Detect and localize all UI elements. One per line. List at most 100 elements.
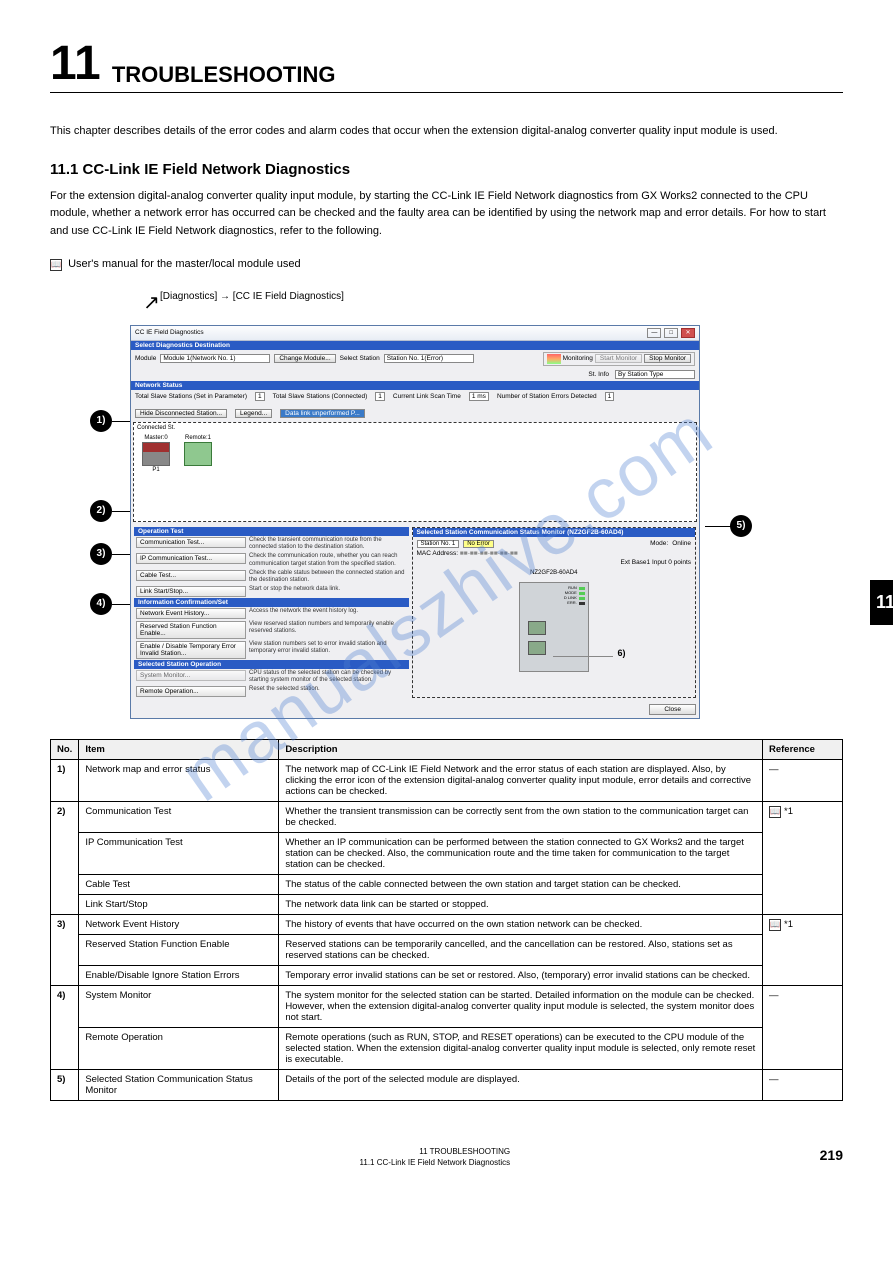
page-number: 219 [820, 1147, 843, 1168]
remop-desc: Reset the selected station. [249, 686, 407, 693]
intro-text: This chapter describes details of the er… [50, 123, 843, 141]
cell-ref: 📖*1 [763, 802, 843, 915]
station-no-chip: Station No. 1 [417, 540, 460, 548]
cell-item: Enable/Disable Ignore Station Errors [79, 966, 279, 986]
total-slave-con-value: 1 [375, 392, 385, 401]
sel-comm-header: Selected Station Communication Status Mo… [413, 528, 696, 537]
data-link-button[interactable]: Data link unperformed P... [280, 409, 365, 418]
cable-test-button[interactable]: Cable Test... [136, 570, 246, 581]
network-status-header: Network Status [131, 381, 699, 390]
select-dest-header: Select Diagnostics Destination [131, 341, 699, 350]
th-item: Item [79, 740, 279, 760]
cell-no: 1) [51, 760, 79, 802]
mac-row: MAC Address: ■■-■■-■■-■■-■■-■■ [417, 550, 692, 557]
remote-station[interactable]: Remote:1 [184, 435, 212, 467]
window-titlebar: CC IE Field Diagnostics — □ ✕ [131, 326, 699, 341]
total-slave-con-label: Total Slave Stations (Connected) [273, 393, 368, 400]
module-label: Module [135, 355, 156, 362]
cable-test-desc: Check the cable status between the conne… [249, 570, 407, 584]
page-footer: 11 TROUBLESHOOTING 11.1 CC-Link IE Field… [50, 1141, 843, 1168]
cell-ref: — [763, 1070, 843, 1101]
ext-base-label: Ext Base1 Input 0 points [417, 559, 692, 566]
tmperr-button[interactable]: Enable / Disable Temporary Error Invalid… [136, 641, 246, 659]
master-icon [142, 442, 170, 466]
change-module-button[interactable]: Change Module... [274, 354, 335, 363]
module-illustration: RUN MODE D LINK ERR. [519, 582, 589, 672]
ip-test-button[interactable]: IP Communication Test... [136, 553, 246, 564]
cell-desc: The status of the cable connected betwee… [279, 875, 763, 895]
cell-desc: Whether an IP communication can be perfo… [279, 833, 763, 875]
table-row: 4)System MonitorThe system monitor for t… [51, 986, 843, 1028]
close-button[interactable]: ✕ [681, 328, 695, 338]
rsv-button[interactable]: Reserved Station Function Enable... [136, 621, 246, 639]
hide-disconnected-button[interactable]: Hide Disconnected Station... [135, 409, 227, 418]
maximize-button[interactable]: □ [664, 328, 678, 338]
err-detected-label: Number of Station Errors Detected [497, 393, 597, 400]
comm-test-button[interactable]: Communication Test... [136, 537, 246, 548]
nav-path: [Diagnostics] → [CC IE Field Diagnostics… [160, 290, 344, 304]
cell-item: Link Start/Stop [79, 895, 279, 915]
station-dropdown[interactable]: Station No. 1(Error) [384, 354, 474, 363]
st-info-label: St. Info [588, 371, 609, 378]
chapter-number: 11 [50, 40, 101, 88]
cell-ref: — [763, 760, 843, 802]
tmperr-desc: View station numbers set to error invali… [249, 641, 407, 655]
mode-value: Online [672, 540, 691, 547]
cell-desc: Temporary error invalid stations can be … [279, 966, 763, 986]
legend-button[interactable]: Legend... [235, 409, 272, 418]
table-row: IP Communication TestWhether an IP commu… [51, 833, 843, 875]
network-status-row: Total Slave Stations (Set in Parameter) … [131, 390, 699, 420]
section-ref: 📖 User's manual for the master/local mod… [50, 256, 843, 274]
callout-6: 6) [618, 648, 626, 658]
cell-no: 5) [51, 1070, 79, 1101]
module-dropdown[interactable]: Module 1(Network No. 1) [160, 354, 270, 363]
cell-item: Selected Station Communication Status Mo… [79, 1070, 279, 1101]
table-header-row: No. Item Description Reference [51, 740, 843, 760]
table-row: Enable/Disable Ignore Station ErrorsTemp… [51, 966, 843, 986]
cell-no: 4) [51, 986, 79, 1070]
sysmon-button[interactable]: System Monitor... [136, 670, 246, 681]
link-ss-button[interactable]: Link Start/Stop... [136, 586, 246, 597]
link-scan-value: 1 ms [469, 392, 489, 401]
cell-no: 3) [51, 915, 79, 986]
cell-desc: Reserved stations can be temporarily can… [279, 935, 763, 966]
link-ss-desc: Start or stop the network data link. [249, 586, 407, 593]
cursor-icon: ↖ [130, 290, 160, 315]
callout-1: 1) [90, 410, 112, 432]
section-ref-text: User's manual for the master/local modul… [68, 258, 301, 270]
chapter-title: TROUBLESHOOTING [112, 62, 336, 88]
start-monitor-button[interactable]: Start Monitor [595, 354, 642, 363]
table-row: Link Start/StopThe network data link can… [51, 895, 843, 915]
mode-label: Mode: [650, 540, 668, 547]
comm-test-desc: Check the transient communication route … [249, 537, 407, 551]
module-name-label: NZ2GF2B-60AD4 [417, 570, 692, 576]
network-diagram[interactable]: Connected St. Master:0 P1 Remote:1 [133, 422, 697, 522]
callout-6-line [553, 656, 613, 657]
evhist-button[interactable]: Network Event History... [136, 608, 246, 619]
status-chip-row: Station No. 1 No Error Mode: Online [417, 540, 692, 548]
monitor-status-box: Monitoring Start Monitor Stop Monitor [543, 352, 695, 366]
table-row: Remote OperationRemote operations (such … [51, 1028, 843, 1070]
cell-desc: The system monitor for the selected stat… [279, 986, 763, 1028]
description-table: No. Item Description Reference 1)Network… [50, 739, 843, 1101]
callout-2: 2) [90, 500, 112, 522]
diagnostics-window: CC IE Field Diagnostics — □ ✕ Select Dia… [130, 325, 700, 720]
remop-button[interactable]: Remote Operation... [136, 686, 246, 697]
st-info-dropdown[interactable]: By Station Type [615, 370, 695, 379]
cell-item: Reserved Station Function Enable [79, 935, 279, 966]
callout-4: 4) [90, 593, 112, 615]
cell-desc: The network map of CC-Link IE Field Netw… [279, 760, 763, 802]
screenshot-area: 1) 2) 3) 4) 5) CC IE Field Diagnostics —… [130, 325, 770, 720]
dialog-close-button[interactable]: Close [649, 704, 696, 715]
ip-test-desc: Check the communication route, whether y… [249, 553, 407, 567]
callout-3: 3) [90, 543, 112, 565]
section-body: For the extension digital-analog convert… [50, 188, 843, 241]
minimize-button[interactable]: — [647, 328, 661, 338]
window-buttons: — □ ✕ [646, 328, 695, 338]
stop-monitor-button[interactable]: Stop Monitor [644, 354, 691, 363]
cell-ref: 📖*1 [763, 915, 843, 986]
page-header: 11 TROUBLESHOOTING [50, 40, 843, 93]
p1-label: P1 [142, 467, 170, 473]
master-station[interactable]: Master:0 P1 [142, 435, 170, 473]
mode-led [579, 592, 585, 595]
